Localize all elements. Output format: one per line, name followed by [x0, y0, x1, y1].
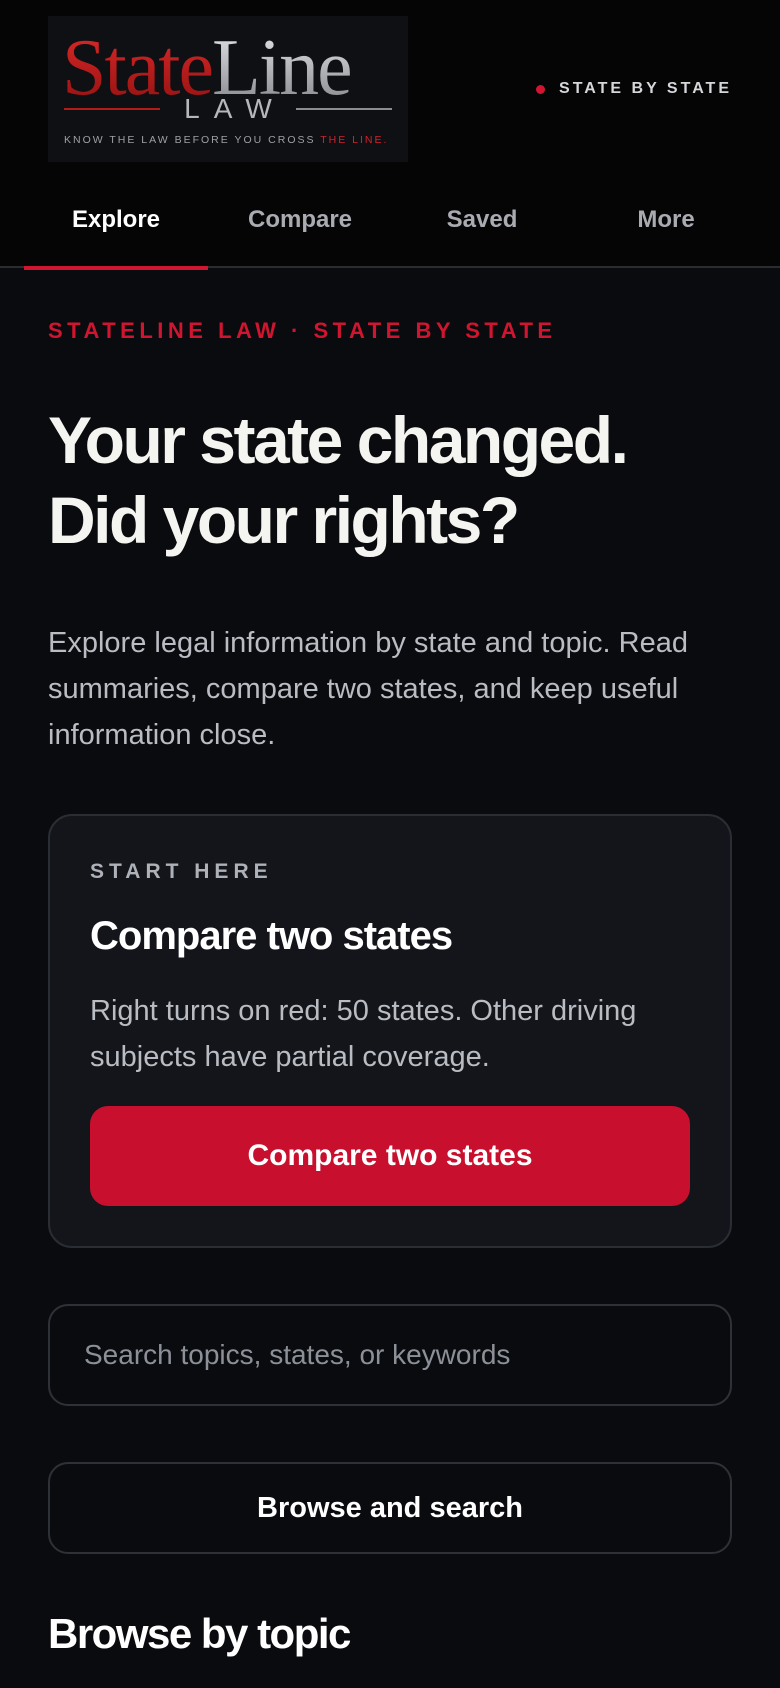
browse-by-topic-heading: Browse by topic [48, 1610, 351, 1657]
app-header: StateLine LAW KNOW THE LAW BEFORE YOU CR… [0, 0, 780, 172]
page: StateLine LAW KNOW THE LAW BEFORE YOU CR… [0, 0, 780, 1688]
logo-word-law: LAW [184, 93, 286, 124]
hero-headline-line1: Your state changed. [48, 403, 629, 477]
logo-tagline: KNOW THE LAW BEFORE YOU CROSS THE LINE. [64, 134, 388, 146]
search-input[interactable] [84, 1339, 730, 1371]
main-tab-bar: Explore Compare Saved More [0, 172, 780, 270]
start-here-card: START HERE Compare two states Right turn… [48, 814, 732, 1248]
tab-more[interactable]: More [574, 172, 758, 268]
red-dot-icon [536, 84, 546, 94]
logo-tagline-prefix: KNOW THE LAW BEFORE YOU CROSS [64, 134, 321, 146]
browse-and-search-button[interactable]: Browse and search [48, 1462, 732, 1554]
stateline-law-logo[interactable]: StateLine LAW KNOW THE LAW BEFORE YOU CR… [48, 16, 408, 162]
logo-rule-right [296, 108, 392, 110]
tab-saved[interactable]: Saved [390, 172, 574, 268]
hero-eyebrow: STATELINE LAW · STATE BY STATE [48, 318, 557, 343]
badge-label: STATE BY STATE [559, 80, 732, 97]
card-kicker: START HERE [90, 860, 273, 883]
card-body: Right turns on red: 50 states. Other dri… [90, 995, 637, 1073]
card-title: Compare two states [90, 914, 453, 958]
compare-two-states-button[interactable]: Compare two states [90, 1106, 690, 1206]
tab-compare[interactable]: Compare [208, 172, 392, 268]
state-by-state-badge: STATE BY STATE [536, 80, 732, 98]
hero-intro: Explore legal information by state and t… [48, 627, 688, 751]
hero-headline-line2: Did your rights? [48, 483, 520, 557]
logo-rule-left [64, 108, 160, 110]
search-box[interactable] [48, 1304, 732, 1406]
logo-tagline-accent: THE LINE. [320, 134, 389, 146]
hero-headline: Your state changed. Did your rights? [48, 400, 748, 560]
tab-explore[interactable]: Explore [24, 172, 208, 270]
